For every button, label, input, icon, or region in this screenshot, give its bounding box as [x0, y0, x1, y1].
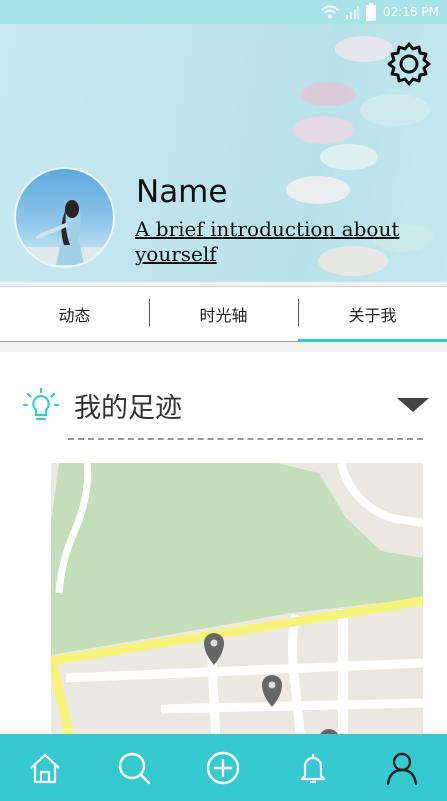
- lightbulb-icon: [22, 387, 60, 420]
- pebble-decoration: [360, 94, 430, 126]
- settings-icon[interactable]: [385, 40, 433, 88]
- profile-icon[interactable]: [382, 748, 422, 788]
- pebble-decoration: [300, 82, 356, 106]
- map-pin-icon[interactable]: [204, 633, 224, 665]
- pebble-decoration: [286, 176, 350, 204]
- tab-bar: 动态 时光轴 关于我: [0, 286, 447, 342]
- footprint-map[interactable]: [51, 463, 423, 734]
- battery-icon: [366, 3, 376, 21]
- pebble-decoration: [320, 144, 378, 170]
- profile-intro[interactable]: A brief introduction about yourself: [135, 217, 415, 267]
- tab-dynamic[interactable]: 动态: [0, 287, 149, 341]
- about-card: 我的足迹: [0, 352, 447, 734]
- avatar-photo: [16, 200, 113, 266]
- section-divider: [68, 438, 423, 440]
- search-icon[interactable]: [114, 748, 154, 788]
- profile-cover: Name A brief introduction about yourself: [0, 24, 447, 282]
- section-title: 我的足迹: [74, 393, 182, 424]
- tab-about-me[interactable]: 关于我: [298, 287, 447, 342]
- bell-icon[interactable]: [293, 748, 333, 788]
- avatar[interactable]: [14, 167, 115, 268]
- status-time: 02:18 PM: [383, 5, 439, 19]
- bottom-nav: [0, 734, 447, 801]
- signal-icon: [346, 6, 359, 19]
- pebble-decoration: [292, 116, 354, 144]
- tab-timeline[interactable]: 时光轴: [149, 287, 298, 341]
- wifi-icon: [321, 5, 339, 19]
- status-bar: 02:18 PM: [0, 0, 447, 24]
- profile-name: Name: [136, 174, 228, 210]
- chevron-down-icon[interactable]: [397, 398, 429, 412]
- section-header: 我的足迹: [22, 386, 182, 425]
- add-icon[interactable]: [203, 748, 243, 788]
- home-icon[interactable]: [25, 748, 65, 788]
